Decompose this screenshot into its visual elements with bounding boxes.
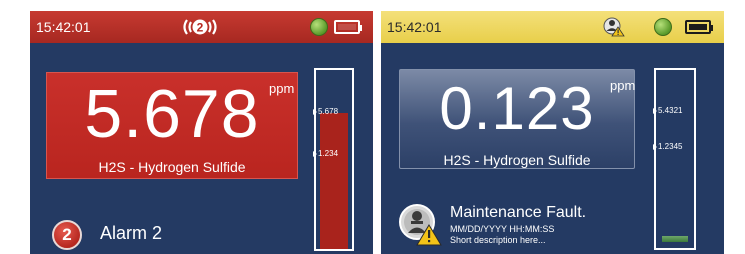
upper-threshold-marker: 5.4321 xyxy=(653,106,682,115)
gas-reading-box: 0.123 ppm H2S - Hydrogen Sulfide xyxy=(399,69,635,169)
upper-threshold-label: 5.4321 xyxy=(658,106,683,115)
level-bar: 5.678 1.234 xyxy=(313,68,354,251)
upper-threshold-label: 5.678 xyxy=(318,107,339,116)
gas-reading-box: 5.678 ppm H2S - Hydrogen Sulfide xyxy=(46,72,298,179)
lower-threshold-marker: 1.234 xyxy=(313,149,338,158)
level-bar-fill xyxy=(320,112,348,249)
reading-unit: ppm xyxy=(269,81,295,96)
gps-lock-icon xyxy=(654,18,672,36)
gas-reading-value: 5.678 xyxy=(84,76,260,152)
gas-reading-value: 0.123 xyxy=(439,75,595,142)
alarm-label: Alarm 2 xyxy=(100,223,163,243)
alarm-badge-icon: 2 xyxy=(52,220,82,250)
reading-unit: ppm xyxy=(610,78,636,93)
svg-text:2: 2 xyxy=(197,21,204,35)
battery-icon xyxy=(685,20,713,34)
level-bar-fill xyxy=(662,236,688,242)
lower-threshold-label: 1.234 xyxy=(318,149,339,158)
maintenance-title: Maintenance Fault. xyxy=(450,204,587,221)
maintenance-description: Short description here... xyxy=(450,235,546,245)
upper-threshold-marker: 5.678 xyxy=(313,107,338,116)
maintenance-screen: 15:42:01 0.123 ppm H2S - Hydrogen Sulfid… xyxy=(381,11,724,254)
gas-name: H2S - Hydrogen Sulfide xyxy=(443,152,591,168)
battery-icon xyxy=(334,20,362,34)
level-bar: 5.4321 1.2345 xyxy=(653,68,696,250)
status-bar: 15:42:01 xyxy=(381,11,724,43)
lower-threshold-marker: 1.2345 xyxy=(653,142,682,151)
maintenance-date-time: MM/DD/YYYY HH:MM:SS xyxy=(450,224,555,234)
gas-name: H2S - Hydrogen Sulfide xyxy=(98,159,246,175)
alarm-screen: 15:42:01 2 5.678 ppm H2S - Hydrogen Sulf… xyxy=(30,11,373,254)
maintenance-warning-icon xyxy=(603,17,625,37)
status-time: 15:42:01 xyxy=(36,19,91,35)
alarm-2-signal-icon: 2 xyxy=(183,19,217,35)
maintenance-fault-icon xyxy=(399,204,442,246)
status-bar: 15:42:01 2 xyxy=(30,11,373,43)
gps-lock-icon xyxy=(310,18,328,36)
lower-threshold-label: 1.2345 xyxy=(658,142,683,151)
status-time: 15:42:01 xyxy=(387,19,442,35)
